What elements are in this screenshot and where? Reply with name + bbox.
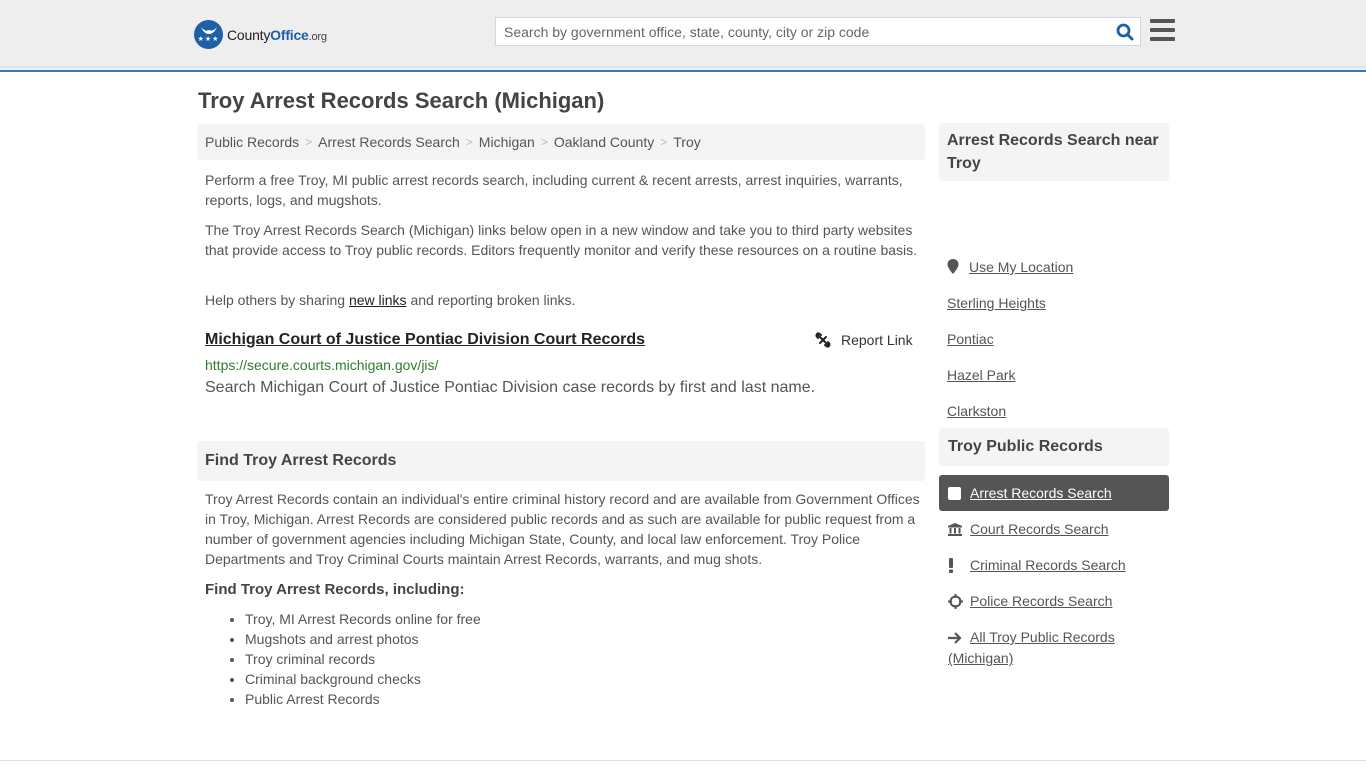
nearby-city-sterling-heights[interactable]: Sterling Heights [947,295,1046,311]
nearby-city-clarkston[interactable]: Clarkston [947,403,1006,419]
sidebar-item-court-records[interactable]: Court Records Search [939,519,1169,539]
report-link-button[interactable]: Report Link [815,332,913,348]
find-records-subheading: Find Troy Arrest Records, including: [205,581,465,598]
nearby-city-hazel-park[interactable]: Hazel Park [947,367,1015,383]
breadcrumb-separator: > [305,135,313,149]
search-input[interactable] [496,18,1110,45]
search-bar [495,17,1141,46]
find-records-heading: Find Troy Arrest Records [197,441,925,481]
list-item: Criminal background checks [245,669,481,689]
map-marker-icon [947,259,959,274]
breadcrumb-separator: > [465,135,473,149]
sidebar-item-arrest-records[interactable]: Arrest Records Search [939,475,1169,511]
breadcrumb-troy[interactable]: Troy [673,134,700,150]
list-item: Public Arrest Records [245,689,481,709]
courthouse-icon [948,522,962,536]
site-header: ★★★ CountyOffice.org [0,0,1366,72]
find-records-body: Troy Arrest Records contain an individua… [205,491,920,567]
find-records-list: Troy, MI Arrest Records online for free … [245,609,481,709]
site-logo[interactable]: ★★★ CountyOffice.org [194,20,327,49]
breadcrumb-separator: > [540,135,548,149]
disclaimer-paragraph: The Troy Arrest Records Search (Michigan… [205,222,918,258]
list-item: Mugshots and arrest photos [245,629,481,649]
square-icon [948,486,961,500]
list-item: Troy, MI Arrest Records online for free [245,609,481,629]
search-icon [1116,23,1134,40]
nearby-heading: Arrest Records Search near Troy [939,123,1169,181]
use-my-location-link[interactable]: Use My Location [947,259,1073,275]
breadcrumb-separator: > [660,135,668,149]
hamburger-menu-icon[interactable] [1150,19,1175,41]
result-title-link[interactable]: Michigan Court of Justice Pontiac Divisi… [205,331,645,349]
public-records-heading: Troy Public Records [939,428,1169,466]
sidebar-item-criminal-records[interactable]: Criminal Records Search [939,555,1169,575]
sidebar-item-police-records[interactable]: Police Records Search [939,591,1169,611]
breadcrumb-arrest-records-search[interactable]: Arrest Records Search [318,134,460,150]
nearby-city-pontiac[interactable]: Pontiac [947,331,994,347]
broken-link-icon [815,332,831,348]
breadcrumb: Public Records > Arrest Records Search >… [197,124,925,160]
result-description: Search Michigan Court of Justice Pontiac… [205,379,816,396]
list-item: Troy criminal records [245,649,481,669]
arrow-right-icon [948,632,962,645]
help-paragraph: Help others by sharing new links and rep… [205,292,576,308]
result-url: https://secure.courts.michigan.gov/jis/ [205,357,439,373]
sidebar: Arrest Records Search near Troy Use My L… [939,123,1169,666]
logo-text: CountyOffice.org [227,26,327,43]
breadcrumb-public-records[interactable]: Public Records [205,134,299,150]
exclamation-icon [949,557,953,573]
new-links-link[interactable]: new links [349,292,407,308]
search-button[interactable] [1110,18,1140,45]
breadcrumb-oakland-county[interactable]: Oakland County [554,134,654,150]
eagle-logo-icon: ★★★ [194,20,223,49]
breadcrumb-michigan[interactable]: Michigan [479,134,535,150]
intro-paragraph: Perform a free Troy, MI public arrest re… [205,172,903,208]
sidebar-item-all-public-records[interactable]: All Troy Public Records (Michigan) [939,627,1169,668]
page-title: Troy Arrest Records Search (Michigan) [198,88,605,113]
footer-divider [0,760,1366,761]
crosshairs-icon [948,593,963,609]
